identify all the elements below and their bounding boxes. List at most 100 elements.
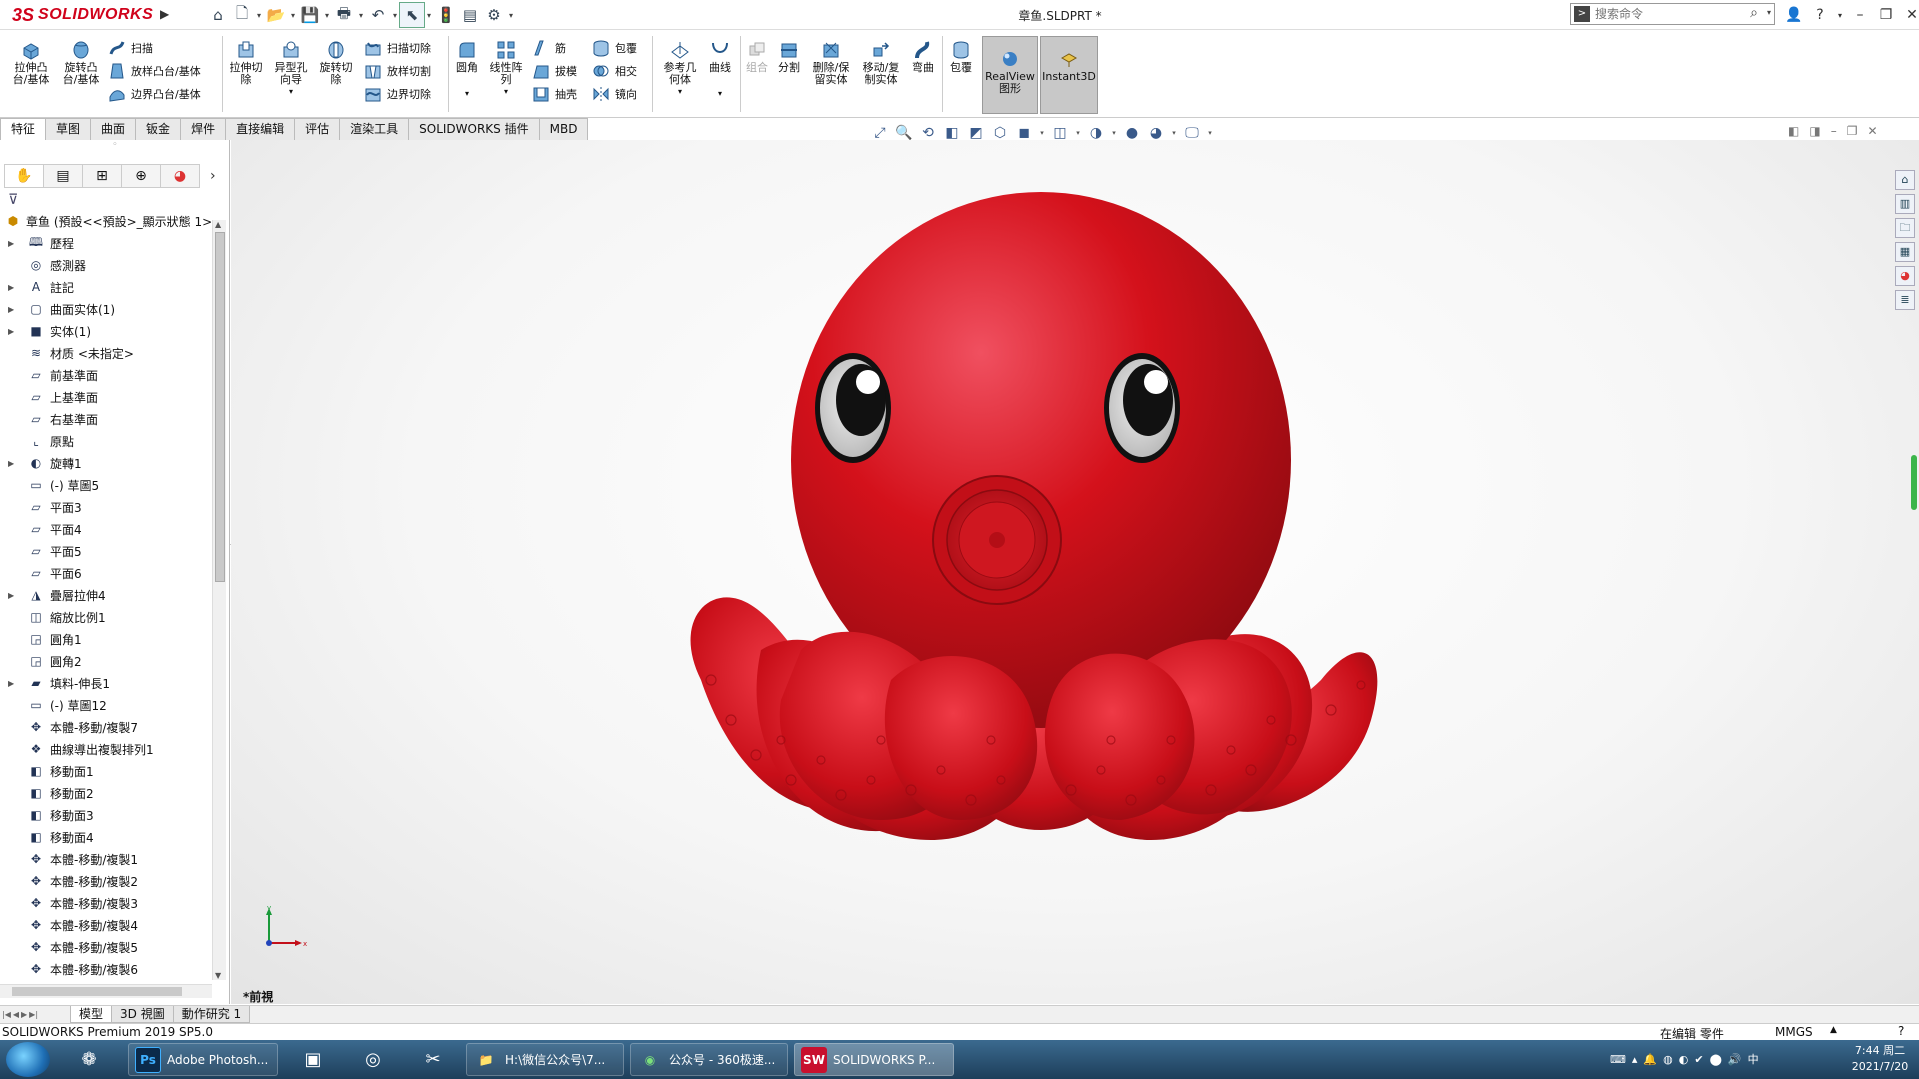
- graphics-area[interactable]: y x *前視 ⌂ ▥ 🗀 ▦ ◕ ≣: [231, 140, 1919, 1004]
- select-dropdown-icon[interactable]: ▾: [424, 11, 434, 20]
- print-icon[interactable]: 🖶: [332, 3, 356, 27]
- feature-manager-tab[interactable]: ✋: [4, 164, 44, 188]
- boundary-cut-button[interactable]: 边界切除: [364, 84, 431, 104]
- tab-last-icon[interactable]: ▶|: [29, 1010, 38, 1019]
- save-icon[interactable]: 💾: [298, 3, 322, 27]
- tree-item[interactable]: ◫ 縮放比例1: [0, 606, 212, 628]
- tray-app-icon[interactable]: ⬤: [1710, 1053, 1722, 1066]
- octopus-model[interactable]: [671, 180, 1411, 1004]
- print-dropdown-icon[interactable]: ▾: [356, 11, 366, 20]
- bottom-tab-1[interactable]: 3D 視圖: [111, 1006, 174, 1023]
- tree-item[interactable]: ◧ 移動面1: [0, 760, 212, 782]
- tab-5[interactable]: 直接编辑: [225, 118, 296, 140]
- home-icon[interactable]: ⌂: [206, 3, 230, 27]
- taskbar-app-solidworks[interactable]: SW SOLIDWORKS P...: [794, 1043, 954, 1076]
- combine-button[interactable]: 组合: [744, 40, 770, 74]
- tree-item[interactable]: ▭ (-) 草圖12: [0, 694, 212, 716]
- search-icon[interactable]: ⌕: [1750, 5, 1758, 21]
- open-icon[interactable]: 📂: [264, 3, 288, 27]
- tree-item[interactable]: ◧ 移動面3: [0, 804, 212, 826]
- tree-vertical-scrollbar[interactable]: ▲ ▼: [212, 220, 226, 980]
- tab-4[interactable]: 焊件: [180, 118, 227, 140]
- tab-0[interactable]: 特征: [0, 118, 47, 140]
- taskbar-app-file-explorer[interactable]: 📁 H:\微信公众号\7...: [466, 1043, 624, 1076]
- curves-button[interactable]: 曲线 ▾: [704, 40, 736, 100]
- shell-button[interactable]: 抽壳: [532, 84, 577, 104]
- reference-geometry-button[interactable]: 参考几 何体 ▾: [658, 40, 702, 98]
- flex-button[interactable]: 弯曲: [908, 40, 938, 74]
- tree-root-part[interactable]: ⬢ 章鱼 (預設<<預設>_顯示狀態 1>: [0, 210, 212, 232]
- search-dropdown-icon[interactable]: ▾: [1767, 8, 1771, 17]
- extrude-boss-button[interactable]: 拉伸凸 台/基体: [8, 40, 54, 86]
- select-cursor-icon[interactable]: ⬉: [399, 2, 425, 28]
- restore-icon[interactable]: ❐: [1876, 7, 1896, 23]
- draft-button[interactable]: 拔模: [532, 61, 577, 81]
- expand-arrow-icon[interactable]: ▶: [8, 283, 16, 292]
- expand-arrow-icon[interactable]: ▶: [8, 239, 16, 248]
- solidworks-logo[interactable]: 3S SOLIDWORKS: [12, 4, 153, 26]
- delete-keep-body-button[interactable]: 删除/保 留实体: [808, 40, 854, 86]
- viewport-restore-icon[interactable]: ❐: [1847, 124, 1858, 138]
- tree-item[interactable]: ▶ ■ 实体(1): [0, 320, 212, 342]
- tree-item[interactable]: ▶ A 註記: [0, 276, 212, 298]
- tree-item[interactable]: ⌞ 原點: [0, 430, 212, 452]
- tree-item[interactable]: ✥ 本體-移動/複製2: [0, 870, 212, 892]
- tree-item[interactable]: ✥ 本體-移動/複製7: [0, 716, 212, 738]
- tab-2[interactable]: 曲面: [90, 118, 137, 140]
- tray-app-icon[interactable]: ◍: [1663, 1053, 1673, 1066]
- bottom-tab-0[interactable]: 模型: [70, 1006, 113, 1023]
- rib-button[interactable]: 筋: [532, 38, 566, 58]
- new-document-icon[interactable]: 🗋: [230, 3, 254, 27]
- tree-item[interactable]: ▱ 右基準面: [0, 408, 212, 430]
- expand-arrow-icon[interactable]: ▶: [8, 459, 16, 468]
- fillet-button[interactable]: 圆角 ▾: [452, 40, 482, 100]
- lofted-cut-button[interactable]: 放样切割: [364, 61, 431, 81]
- input-method-icon[interactable]: 中: [1748, 1051, 1759, 1067]
- tree-item[interactable]: ▱ 前基準面: [0, 364, 212, 386]
- pattern-dropdown-icon[interactable]: ▾: [486, 86, 526, 98]
- display-manager-tab[interactable]: ◕: [160, 164, 200, 188]
- realview-graphics-toggle[interactable]: RealView 图形: [982, 36, 1038, 114]
- h-scroll-thumb[interactable]: [12, 987, 182, 996]
- loft-boss-button[interactable]: 放样凸台/基体: [108, 61, 201, 81]
- task-pane-handle[interactable]: [1911, 455, 1917, 510]
- tray-expand-icon[interactable]: ▴: [1632, 1053, 1638, 1066]
- fillet-dropdown-icon[interactable]: ▾: [452, 88, 482, 100]
- view-palette-icon[interactable]: ▦: [1895, 242, 1915, 262]
- system-clock[interactable]: 7:44 周二 2021/7/20: [1845, 1043, 1915, 1075]
- search-input[interactable]: [1593, 5, 1743, 23]
- viewport-tile-left-icon[interactable]: ◧: [1788, 124, 1799, 138]
- panel-grip-icon[interactable]: ◦: [0, 140, 230, 152]
- unit-system[interactable]: MMGS: [1775, 1025, 1813, 1039]
- solidworks-resources-icon[interactable]: ⌂: [1895, 170, 1915, 190]
- tree-item[interactable]: ✥ 本體-移動/複製6: [0, 958, 212, 980]
- scroll-thumb[interactable]: [215, 232, 225, 582]
- dimxpert-manager-tab[interactable]: ⊕: [121, 164, 161, 188]
- tree-item[interactable]: ◲ 圓角2: [0, 650, 212, 672]
- tree-item[interactable]: ▶ ▰ 填料-伸長1: [0, 672, 212, 694]
- tree-item[interactable]: ✥ 本體-移動/複製1: [0, 848, 212, 870]
- tree-item[interactable]: ▶ ◐ 旋轉1: [0, 452, 212, 474]
- file-properties-icon[interactable]: ▤: [458, 3, 482, 27]
- pinned-browser-icon[interactable]: ◎: [344, 1043, 402, 1076]
- viewport-close-icon[interactable]: ✕: [1867, 124, 1877, 138]
- pinned-screenshot-icon[interactable]: ▣: [284, 1043, 342, 1076]
- custom-properties-icon[interactable]: ≣: [1895, 290, 1915, 310]
- tree-item[interactable]: ◲ 圓角1: [0, 628, 212, 650]
- extrude-cut-button[interactable]: 拉伸切 除: [226, 40, 266, 86]
- appearances-icon[interactable]: ◕: [1895, 266, 1915, 286]
- tree-item[interactable]: ✥ 本體-移動/複製5: [0, 936, 212, 958]
- expand-arrow-icon[interactable]: ▶: [8, 327, 16, 336]
- tree-item[interactable]: ✥ 本體-移動/複製3: [0, 892, 212, 914]
- mirror-button[interactable]: 镜向: [592, 84, 637, 104]
- file-explorer-icon[interactable]: 🗀: [1895, 218, 1915, 238]
- tab-7[interactable]: 渲染工具: [339, 118, 410, 140]
- filter-icon[interactable]: ⊽: [8, 192, 24, 208]
- revolve-boss-button[interactable]: 旋转凸 台/基体: [58, 40, 104, 86]
- curves-dropdown-icon[interactable]: ▾: [704, 88, 736, 100]
- keyboard-icon[interactable]: ⌨: [1610, 1053, 1626, 1066]
- tray-app-icon[interactable]: ✔: [1694, 1053, 1703, 1066]
- swept-cut-button[interactable]: 扫描切除: [364, 38, 431, 58]
- tree-item[interactable]: ▱ 平面4: [0, 518, 212, 540]
- expand-arrow-icon[interactable]: ▶: [8, 591, 16, 600]
